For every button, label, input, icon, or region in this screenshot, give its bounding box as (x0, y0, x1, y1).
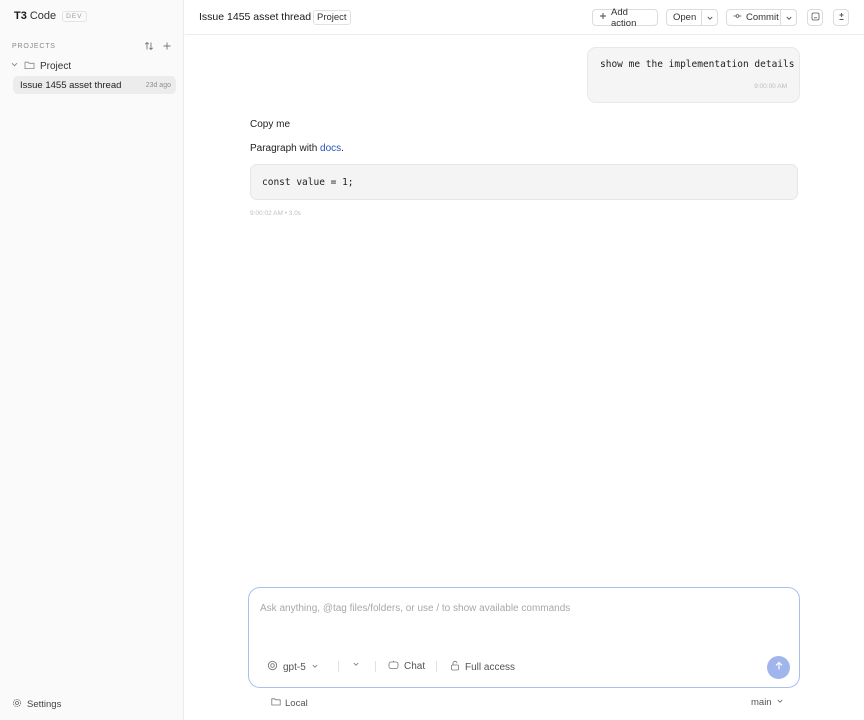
chevron-down-icon (776, 697, 784, 708)
settings-icon (12, 698, 22, 711)
composer: gpt-5 Chat Full access (248, 587, 800, 688)
user-message: show me the implementation details 9:00:… (587, 47, 800, 103)
model-picker[interactable]: gpt-5 (267, 660, 319, 674)
chevron-down-icon (785, 16, 792, 20)
chevron-down-icon (352, 660, 360, 671)
project-chip[interactable]: Project (313, 10, 351, 25)
projects-header: PROJECTS (12, 41, 172, 51)
access-label: Full access (465, 661, 516, 673)
location-label: Local (285, 697, 308, 709)
composer-input[interactable] (260, 603, 780, 614)
chevron-down-icon (10, 60, 19, 72)
thread-title-heading: Issue 1455 asset thread (199, 11, 312, 23)
project-name: Project (40, 60, 72, 72)
diff-icon (837, 12, 846, 24)
env-badge: DEV (62, 10, 87, 22)
folder-icon (271, 697, 281, 709)
code-text: const value = 1; (262, 177, 354, 188)
docs-link[interactable]: docs (320, 143, 341, 154)
plus-icon[interactable] (162, 41, 172, 51)
commit-button-group: Commit (726, 9, 797, 26)
send-button[interactable] (767, 656, 790, 679)
assistant-meta: 9:00:02 AM • 3.0s (250, 210, 302, 217)
paragraph-text: Paragraph with (250, 143, 321, 154)
chat-mode-label: Chat (404, 661, 426, 672)
options-dropdown[interactable] (352, 660, 360, 671)
thread-title: Issue 1455 asset thread (20, 79, 122, 91)
settings-label: Settings (27, 699, 62, 710)
branch-picker[interactable]: main (751, 697, 784, 708)
thread-age: 23d ago (145, 81, 171, 89)
settings-button[interactable]: Settings (12, 698, 61, 711)
thread-item[interactable]: Issue 1455 asset thread 23d ago (13, 76, 176, 94)
user-message-text: show me the implementation details (600, 59, 795, 70)
brand: T3 Code DEV (14, 10, 87, 22)
add-action-button[interactable]: Add action (592, 6, 658, 29)
access-toggle[interactable]: Full access (450, 660, 515, 674)
separator (375, 661, 376, 672)
chevron-down-icon (311, 662, 319, 673)
arrow-up-icon (774, 661, 784, 674)
panel-toggle-button[interactable] (807, 9, 823, 26)
user-message-time: 9:00:00 AM (754, 83, 787, 90)
open-label: Open (673, 12, 697, 23)
code-block: const value = 1; (250, 164, 798, 200)
plus-icon (599, 12, 607, 23)
brand-name: T3 (14, 10, 27, 22)
paragraph-end: . (341, 143, 344, 154)
assistant-line: Copy me (250, 119, 291, 130)
brand-suffix: Code (29, 10, 57, 22)
lock-icon (450, 660, 460, 674)
chat-mode-toggle[interactable]: Chat (388, 660, 425, 673)
diff-button[interactable] (833, 9, 849, 26)
model-label: gpt-5 (283, 661, 306, 673)
assistant-paragraph: Paragraph with docs. (250, 143, 344, 154)
chevron-down-icon (706, 16, 713, 20)
thread-header: Issue 1455 asset thread Project Add acti… (185, 0, 864, 35)
panel-toggle-icon (811, 12, 820, 24)
open-menu-button[interactable] (701, 10, 717, 25)
sort-icon[interactable] (144, 41, 154, 51)
folder-icon (24, 60, 35, 73)
commit-icon (733, 12, 742, 23)
openai-icon (267, 660, 278, 674)
chat-icon (388, 660, 399, 673)
open-button[interactable]: Open (667, 10, 701, 25)
commit-menu-button[interactable] (780, 10, 796, 25)
add-action-label: Add action (611, 6, 637, 29)
commit-label: Commit (746, 12, 779, 23)
branch-label: main (751, 697, 772, 708)
project-row[interactable]: Project (10, 58, 174, 74)
sidebar: T3 Code DEV PROJECTS Project Issue 1455 … (0, 0, 184, 720)
separator (436, 661, 437, 672)
location-picker[interactable]: Local (271, 697, 308, 709)
open-button-group: Open (666, 9, 718, 26)
projects-label: PROJECTS (12, 42, 56, 50)
separator (338, 661, 339, 672)
commit-button[interactable]: Commit (727, 10, 780, 25)
